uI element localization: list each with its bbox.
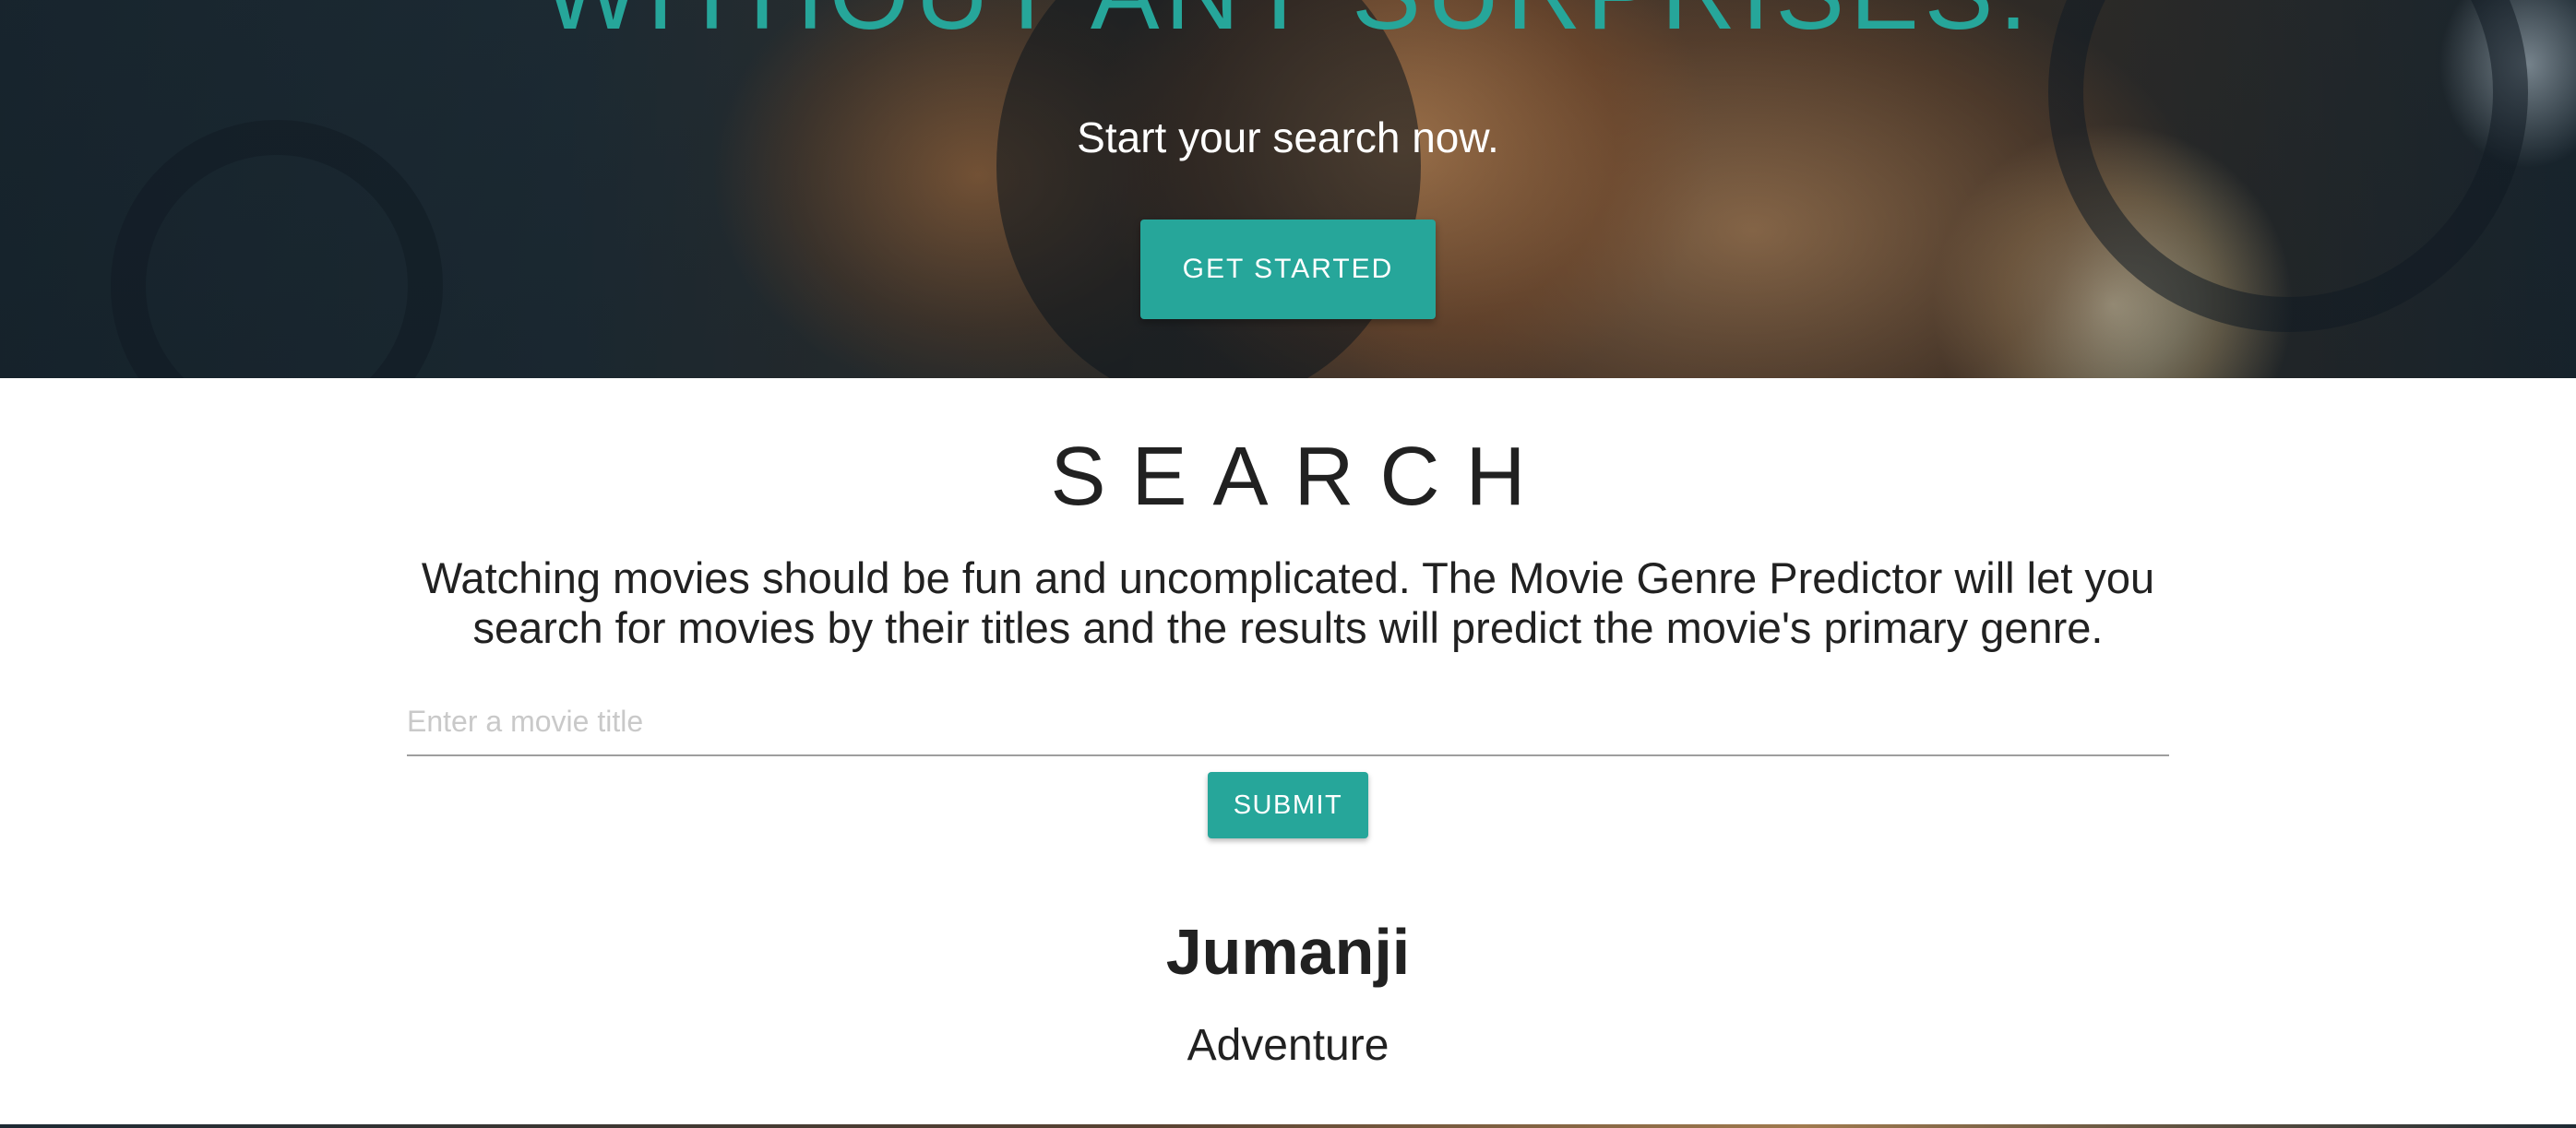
search-description: Watching movies should be fun and uncomp…	[421, 553, 2155, 652]
get-started-button[interactable]: GET STARTED	[1140, 220, 1436, 319]
hero-overlay	[0, 0, 2576, 378]
movie-title-input[interactable]	[407, 688, 2169, 756]
hero-heading: WITHOUT ANY SURPRISES.	[0, 0, 2576, 53]
result-movie-title: Jumanji	[1165, 916, 1411, 988]
search-heading: SEARCH	[1050, 431, 1552, 523]
result-genre: Adventure	[1187, 1021, 1389, 1070]
submit-button[interactable]: SUBMIT	[1208, 772, 1368, 838]
hero-banner: WITHOUT ANY SURPRISES. Start your search…	[0, 0, 2576, 378]
next-section-edge	[0, 1124, 2576, 1128]
hero-subheading: Start your search now.	[1077, 113, 1499, 161]
